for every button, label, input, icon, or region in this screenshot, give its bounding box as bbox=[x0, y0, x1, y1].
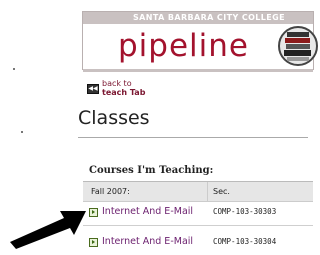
section-code: COMP-103-30303 bbox=[213, 207, 277, 216]
section-title: Courses I'm Teaching: bbox=[89, 165, 214, 176]
course-link[interactable]: Internet And E-Mail bbox=[102, 236, 193, 247]
row-bullet-icon bbox=[89, 238, 98, 247]
gutter-dot bbox=[21, 131, 23, 133]
header-banner: SANTA BARBARA CITY COLLEGE pipeline bbox=[82, 11, 318, 72]
college-name: SANTA BARBARA CITY COLLEGE bbox=[83, 12, 313, 24]
section-code: COMP-103-30304 bbox=[213, 237, 277, 246]
row-bullet-icon bbox=[89, 208, 98, 217]
back-link-line2[interactable]: teach Tab bbox=[102, 88, 145, 97]
back-link-line1[interactable]: back to bbox=[102, 79, 145, 88]
title-divider bbox=[78, 137, 308, 138]
course-link[interactable]: Internet And E-Mail bbox=[102, 206, 193, 217]
back-link-text[interactable]: back to teach Tab bbox=[102, 79, 145, 97]
column-header-term: Fall 2007: bbox=[91, 187, 130, 196]
back-arrow-icon[interactable]: ◀◀ bbox=[87, 84, 99, 94]
table-header: Fall 2007: Sec. bbox=[83, 181, 313, 202]
page-title: Classes bbox=[78, 107, 150, 129]
table-row: Internet And E-Mail COMP-103-30304 bbox=[83, 233, 313, 255]
banner-underline bbox=[83, 69, 313, 72]
column-header-section: Sec. bbox=[213, 187, 230, 196]
gutter-dot bbox=[13, 68, 15, 70]
brand-logo-text[interactable]: pipeline bbox=[118, 28, 249, 64]
logo-books-icon bbox=[278, 26, 318, 66]
table-row: Internet And E-Mail COMP-103-30303 bbox=[83, 203, 313, 225]
pointer-arrow-icon bbox=[10, 211, 86, 249]
row-divider bbox=[83, 225, 313, 226]
column-divider bbox=[207, 182, 208, 201]
